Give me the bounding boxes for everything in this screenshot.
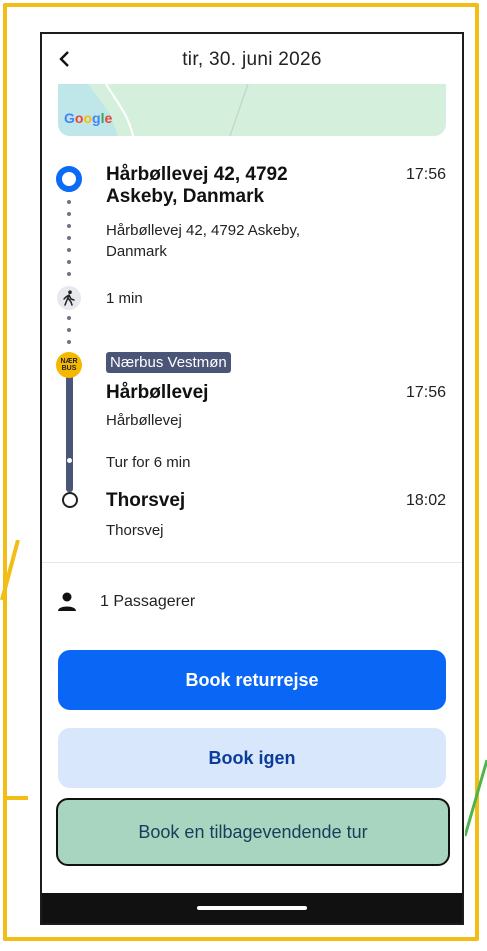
dotted-connector (67, 316, 71, 320)
chevron-left-icon[interactable] (54, 48, 76, 70)
passenger-row[interactable]: 1 Passagerer (56, 591, 195, 613)
naerbus-icon: NÆR BUS (56, 352, 82, 378)
system-nav-bar (42, 893, 462, 923)
origin-title-line2: Askeby, Danmark (106, 186, 265, 207)
divider (42, 562, 462, 563)
home-indicator[interactable] (197, 906, 307, 910)
green-pointer-line (465, 760, 487, 837)
book-again-button[interactable]: Book igen (58, 728, 446, 788)
page-title: tir, 30. juni 2026 (182, 49, 322, 70)
bus-badge-line1: NÆR (60, 358, 78, 365)
intermediate-stop-icon (66, 457, 73, 464)
phone-screen: tir, 30. juni 2026 Google Hårbøllevej 42… (40, 32, 464, 925)
alight-stop-subtitle: Thorsvej (106, 522, 164, 539)
dotted-connector (67, 236, 71, 240)
origin-address: Hårbøllevej 42, 4792 Askeby, Danmark (106, 220, 300, 262)
origin-marker-icon (56, 166, 82, 192)
origin-title: Hårbøllevej 42, 4792 Askeby, Danmark (106, 164, 386, 208)
left-edge-mark-lower (4, 796, 28, 800)
route-name-tag: Nærbus Vestmøn (106, 352, 231, 373)
book-return-button[interactable]: Book returrejse (58, 650, 446, 710)
origin-address-line1: Hårbøllevej 42, 4792 Askeby, (106, 222, 300, 239)
dotted-connector (67, 200, 71, 204)
bus-route-line (66, 374, 73, 492)
walk-duration: 1 min (106, 290, 143, 307)
google-logo: Google (64, 110, 113, 126)
origin-title-line1: Hårbøllevej 42, 4792 (106, 164, 288, 185)
left-edge-mark (0, 540, 20, 601)
walking-icon (57, 286, 81, 310)
book-recurring-button[interactable]: Book en tilbagevendende tur (56, 798, 450, 866)
dotted-connector (67, 340, 71, 344)
dotted-connector (67, 248, 71, 252)
bus-badge-line2: BUS (61, 365, 77, 372)
person-icon (58, 592, 76, 611)
dotted-connector (67, 328, 71, 332)
header: tir, 30. juni 2026 (42, 34, 462, 86)
map-view[interactable]: Google (58, 84, 446, 136)
alight-time: 18:02 (405, 492, 446, 509)
alight-stop-title: Thorsvej (106, 490, 186, 511)
dotted-connector (67, 212, 71, 216)
ride-duration: Tur for 6 min (106, 454, 191, 471)
board-time: 17:56 (405, 384, 446, 401)
dotted-connector (67, 224, 71, 228)
dotted-connector (67, 260, 71, 264)
destination-marker-icon (62, 492, 78, 508)
passenger-count: 1 Passagerer (100, 593, 196, 610)
board-stop-subtitle: Hårbøllevej (106, 412, 182, 429)
dotted-connector (67, 272, 71, 276)
origin-address-line2: Danmark (106, 243, 167, 260)
board-stop-title: Hårbøllevej (106, 382, 209, 403)
origin-time: 17:56 (405, 166, 446, 183)
